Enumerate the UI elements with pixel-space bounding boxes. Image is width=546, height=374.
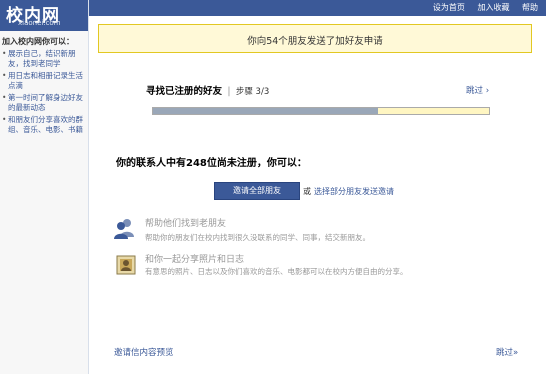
or-text: 或 <box>303 187 311 196</box>
sidebar-item: 用日志和相册记录生活点滴 <box>2 71 86 91</box>
sidebar-item: 展示自己，结识新朋友，找到老同学 <box>2 49 86 69</box>
notice-text: 你向54个朋友发送了加好友申请 <box>247 36 383 47</box>
sidebar-title: 加入校内网你可以： <box>2 37 74 46</box>
feature-description: 帮助你的朋友们在校内找到很久没联系的同学、同事，结交新朋友。 <box>145 233 370 242</box>
feature-title: 和你一起分享照片和日志 <box>145 255 245 265</box>
help-link[interactable]: 帮助 <box>522 3 538 12</box>
logo[interactable]: 校内网 xiaonei.com <box>0 0 88 31</box>
step-separator: | <box>227 86 231 97</box>
progress-bar-fill <box>153 108 378 114</box>
top-links: 设为首页 加入收藏 帮助 <box>423 2 538 13</box>
skip-link-bottom[interactable]: 跳过» <box>496 346 518 358</box>
step-title: 寻找已注册的好友 <box>146 86 223 97</box>
select-friends-link[interactable]: 选择部分朋友发送邀请 <box>314 186 394 197</box>
step-header: 寻找已注册的好友 | 步骤 3/3 <box>146 83 269 97</box>
sidebar: 校内网 xiaonei.com 加入校内网你可以： 展示自己，结识新朋友，找到老… <box>0 0 89 374</box>
set-homepage-link[interactable]: 设为首页 <box>433 3 465 12</box>
sidebar-item: 第一时间了解身边好友的最新动态 <box>2 93 86 113</box>
users-icon <box>114 217 136 239</box>
step-indicator: 步骤 3/3 <box>235 87 270 97</box>
skip-link-top[interactable]: 跳过 › <box>466 84 489 96</box>
feature-description: 有意思的照片、日志以及你们喜欢的音乐、电影都可以在校内方便自由的分享。 <box>145 267 408 276</box>
invite-all-button[interactable]: 邀请全部朋友 <box>214 182 300 200</box>
logo-subtext: xiaonei.com <box>18 19 61 27</box>
notice-banner: 你向54个朋友发送了加好友申请 <box>98 24 532 53</box>
feature-title: 帮助他们找到老朋友 <box>145 219 227 229</box>
progress-bar <box>152 107 490 115</box>
sidebar-item: 和朋友们分享喜欢的群组、音乐、电影、书籍 <box>2 115 86 135</box>
add-favorite-link[interactable]: 加入收藏 <box>477 3 509 12</box>
progress-bar-remaining <box>378 108 489 114</box>
photo-icon <box>116 255 138 277</box>
invite-preview-link[interactable]: 邀请信内容预览 <box>114 346 174 358</box>
contacts-message: 你的联系人中有248位尚未注册，你可以： <box>116 158 307 169</box>
sidebar-benefits-list: 展示自己，结识新朋友，找到老同学 用日志和相册记录生活点滴 第一时间了解身边好友… <box>2 49 86 137</box>
